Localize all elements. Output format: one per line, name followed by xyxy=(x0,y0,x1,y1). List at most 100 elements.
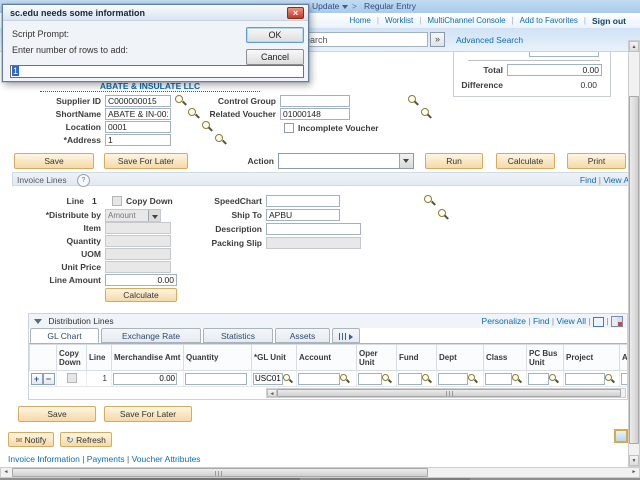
help-icon[interactable]: ? xyxy=(77,174,90,187)
fund-input[interactable] xyxy=(398,373,422,385)
scroll-down-button[interactable]: ▼ xyxy=(629,455,639,466)
speedchart-lookup-icon[interactable] xyxy=(424,195,435,206)
control-group-input[interactable] xyxy=(280,95,350,107)
cut-off-field[interactable] xyxy=(529,52,599,57)
page-scroll-thumb[interactable] xyxy=(12,468,428,477)
action-select[interactable] xyxy=(278,153,414,169)
page-horizontal-scrollbar[interactable]: ◄ ► xyxy=(0,467,640,478)
supplier-name-link[interactable]: ABATE & INSULATE LLC xyxy=(40,81,260,92)
dialog-title-bar[interactable]: sc.edu needs some information × xyxy=(3,5,308,21)
oper-unit-input[interactable] xyxy=(358,373,382,385)
breadcrumb-update-menu[interactable]: Update xyxy=(312,0,348,13)
personalize-link[interactable]: Personalize xyxy=(482,316,526,326)
copy-down-checkbox[interactable] xyxy=(112,196,122,206)
oper-unit-lookup-icon[interactable] xyxy=(382,374,391,383)
grid-horizontal-scrollbar[interactable]: ◄ xyxy=(266,388,626,398)
find-link[interactable]: Find xyxy=(580,175,597,185)
save-button-bottom[interactable]: Save xyxy=(18,406,96,422)
incomplete-voucher-checkbox[interactable] xyxy=(284,123,294,133)
scroll-to-top-icon[interactable] xyxy=(614,429,628,443)
grid-scroll-thumb[interactable] xyxy=(277,389,621,397)
nav-link-multichannel-console[interactable]: MultiChannel Console xyxy=(427,16,505,25)
address-lookup-icon[interactable] xyxy=(215,134,226,145)
nav-link-add-to-favorites[interactable]: Add to Favorites xyxy=(520,16,578,25)
tab-statistics[interactable]: Statistics xyxy=(203,328,273,343)
save-button[interactable]: Save xyxy=(14,153,94,169)
gl-unit-cell xyxy=(252,371,297,387)
total-input[interactable] xyxy=(507,64,602,76)
row-copy-down-checkbox[interactable] xyxy=(67,373,77,383)
activity-input-cut[interactable] xyxy=(621,373,627,385)
row-quantity-input[interactable] xyxy=(185,373,247,385)
sign-out-link[interactable]: Sign out xyxy=(592,16,626,26)
scroll-up-button[interactable]: ▲ xyxy=(629,41,639,52)
pc-bus-unit-lookup-icon[interactable] xyxy=(549,374,558,383)
nav-link-worklist[interactable]: Worklist xyxy=(385,16,413,25)
invoice-information-link[interactable]: Invoice Information xyxy=(8,454,80,464)
save-for-later-button[interactable]: Save For Later xyxy=(104,153,188,169)
related-voucher-input[interactable] xyxy=(280,108,350,120)
advanced-search-link[interactable]: Advanced Search xyxy=(456,35,523,45)
chevron-down-icon[interactable] xyxy=(399,154,413,168)
search-input[interactable] xyxy=(296,32,428,47)
description-input[interactable] xyxy=(266,223,361,235)
tab-assets[interactable]: Assets xyxy=(275,328,330,343)
find-link[interactable]: Find xyxy=(533,316,550,326)
project-lookup-icon[interactable] xyxy=(605,374,614,383)
notify-button[interactable]: ✉ Notify xyxy=(8,432,54,447)
class-lookup-icon[interactable] xyxy=(512,374,521,383)
project-input[interactable] xyxy=(565,373,605,385)
gl-unit-lookup-icon[interactable] xyxy=(283,374,292,383)
calculate-button[interactable]: Calculate xyxy=(496,153,555,169)
ok-button[interactable]: OK xyxy=(246,27,304,43)
vertical-scroll-thumb[interactable] xyxy=(629,96,639,444)
line-amount-input[interactable] xyxy=(105,274,177,286)
scroll-left-button[interactable]: ◄ xyxy=(267,389,277,397)
show-all-columns-tab[interactable] xyxy=(332,328,360,343)
tab-gl-chart[interactable]: GL Chart xyxy=(30,328,99,343)
rows-to-add-input[interactable]: 1 xyxy=(10,65,304,78)
location-input[interactable] xyxy=(105,121,171,133)
dialog-close-button[interactable]: × xyxy=(287,7,304,19)
supplier-id-input[interactable] xyxy=(105,95,171,107)
collapse-section-icon[interactable] xyxy=(34,319,42,324)
delete-row-button[interactable]: − xyxy=(43,373,55,385)
dept-input[interactable] xyxy=(438,373,468,385)
cancel-button[interactable]: Cancel xyxy=(246,49,304,65)
scroll-left-button[interactable]: ◄ xyxy=(1,468,11,477)
print-button[interactable]: Print xyxy=(567,153,626,169)
related-voucher-lookup-icon[interactable] xyxy=(421,108,432,119)
vertical-scrollbar[interactable]: ▲ ▼ xyxy=(628,40,640,467)
calculate-line-button[interactable]: Calculate xyxy=(105,288,177,302)
pc-bus-unit-cell xyxy=(527,371,564,387)
fund-lookup-icon[interactable] xyxy=(422,374,431,383)
account-lookup-icon[interactable] xyxy=(340,374,349,383)
ship-to-lookup-icon[interactable] xyxy=(438,209,449,220)
add-row-button[interactable]: + xyxy=(31,373,43,385)
gl-unit-input[interactable] xyxy=(253,373,283,385)
refresh-button[interactable]: ↻ Refresh xyxy=(60,432,112,447)
nav-link-home[interactable]: Home xyxy=(350,16,371,25)
speedchart-input[interactable] xyxy=(266,195,340,207)
voucher-attributes-link[interactable]: Voucher Attributes xyxy=(132,454,201,464)
address-input[interactable] xyxy=(105,134,171,146)
incomplete-voucher-label: Incomplete Voucher xyxy=(298,122,408,134)
tab-exchange-rate[interactable]: Exchange Rate xyxy=(101,328,201,343)
search-go-button[interactable]: » xyxy=(430,32,445,47)
view-all-link[interactable]: View All xyxy=(556,316,586,326)
pc-bus-unit-input[interactable] xyxy=(528,373,549,385)
payments-link[interactable]: Payments xyxy=(87,454,125,464)
class-input[interactable] xyxy=(485,373,512,385)
shortname-input[interactable] xyxy=(105,108,171,120)
scroll-right-button[interactable]: ► xyxy=(629,468,639,477)
location-lookup-icon[interactable] xyxy=(202,121,213,132)
merchandise-amt-input[interactable] xyxy=(113,373,177,385)
dept-lookup-icon[interactable] xyxy=(468,374,477,383)
run-button[interactable]: Run xyxy=(425,153,483,169)
ship-to-input[interactable] xyxy=(266,209,340,221)
control-group-lookup-icon[interactable] xyxy=(408,95,419,106)
zoom-grid-icon[interactable] xyxy=(593,317,604,327)
account-input[interactable] xyxy=(298,373,340,385)
download-to-excel-icon[interactable] xyxy=(611,316,623,327)
save-for-later-button-bottom[interactable]: Save For Later xyxy=(104,406,192,422)
